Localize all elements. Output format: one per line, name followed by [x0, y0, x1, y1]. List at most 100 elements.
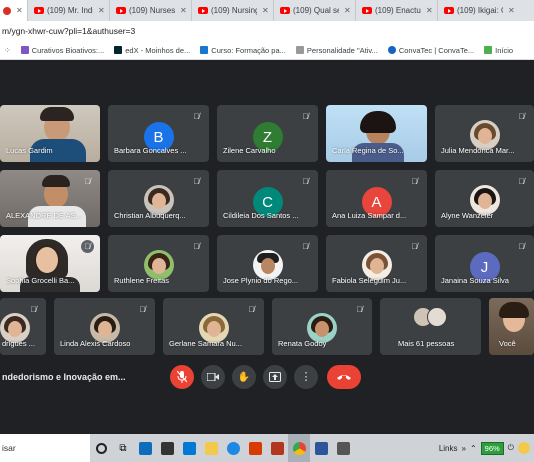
notification-icon[interactable] — [518, 442, 530, 454]
word-icon[interactable] — [310, 434, 332, 462]
bookmarks-bar: ⁘ Curativos Bioativos:... edX - Moinhos … — [0, 41, 534, 60]
participant-tile[interactable]: 🎙̸ Christian Albuquerq... — [108, 170, 209, 227]
participant-name: Fabiola Seleguim Ju... — [332, 276, 407, 285]
hand-icon: ✋ — [237, 371, 251, 383]
participant-tile[interactable]: Carla Regina de So... — [326, 105, 427, 162]
participant-tile[interactable]: 🎙̸ Fabiola Seleguim Ju... — [326, 235, 427, 292]
participant-name: Zilene Carvalho — [223, 146, 276, 155]
participant-tile[interactable]: B 🎙̸ Barbara Goncalves ... — [108, 105, 209, 162]
calendar-icon[interactable] — [178, 434, 200, 462]
chrome-icon[interactable] — [288, 434, 310, 462]
bookmark-item[interactable]: Início — [484, 46, 513, 55]
close-icon[interactable]: ✕ — [180, 6, 187, 15]
more-participants-tile[interactable]: Mais 61 pessoas — [380, 298, 481, 355]
store-icon[interactable] — [156, 434, 178, 462]
taskbar-search[interactable]: isar — [0, 434, 90, 462]
mic-off-icon: 🎙̸ — [411, 242, 418, 251]
participant-tile[interactable]: Z 🎙̸ Zilene Carvalho — [217, 105, 318, 162]
recording-icon — [3, 6, 11, 15]
browser-tab[interactable]: (109) Nurses ✕ — [110, 0, 192, 21]
participant-tile[interactable]: 🎙̸ Sophia Grocelli Ba... — [0, 235, 100, 292]
hang-up-icon — [337, 375, 351, 380]
app-icon[interactable] — [266, 434, 288, 462]
mic-off-icon: 🎙̸ — [302, 177, 309, 186]
mic-toggle-button[interactable] — [170, 365, 194, 389]
folder-icon[interactable] — [200, 434, 222, 462]
browser-tab[interactable]: (109) Ikigai: O ✕ — [438, 0, 520, 21]
chevron-up-icon[interactable]: ⌃ — [470, 444, 477, 453]
raise-hand-button[interactable]: ✋ — [232, 365, 256, 389]
participant-tile[interactable]: 🎙̸ Ruthlene Freitas — [108, 235, 209, 292]
battery-indicator[interactable]: 96% — [480, 441, 504, 455]
mic-off-icon: 🎙̸ — [411, 177, 418, 186]
mic-off-icon: 🎙̸ — [193, 112, 200, 121]
task-view-icon[interactable]: ⧉ — [112, 434, 134, 462]
participant-tile[interactable]: 🎙̸ Julia Mendonca Mar... — [435, 105, 534, 162]
bookmark-label: Personalidade "Ativ... — [306, 45, 378, 55]
bookmark-item[interactable]: Personalidade "Ativ... — [295, 45, 378, 55]
youtube-icon — [280, 7, 290, 14]
browser-tab[interactable]: (109) Mr. Indi ✕ — [28, 0, 110, 21]
power-icon[interactable]: ⏻ — [508, 443, 514, 453]
bookmark-item[interactable]: edX - Moinhos de... — [114, 46, 190, 55]
participant-tile[interactable]: J 🎙̸ Janaina Souza Silva — [435, 235, 534, 292]
participant-tile[interactable]: 🎙̸ Gerlane Samara Nu... — [163, 298, 264, 355]
avatar-stack — [413, 307, 449, 329]
close-icon[interactable]: ✕ — [426, 6, 433, 15]
participant-name: Ana Luiza Sampar d... — [332, 211, 407, 220]
bookmark-item[interactable]: Curativos Bioativos:... — [20, 46, 104, 55]
mic-off-icon: 🎙̸ — [356, 305, 363, 314]
participant-name: Janaina Souza Silva — [441, 276, 509, 285]
participant-name: Alyne Wanzeler — [441, 211, 494, 220]
participant-tile[interactable]: 🎙̸ Renata Godoy — [272, 298, 372, 355]
apps-icon[interactable]: ⁘ — [4, 46, 11, 55]
close-icon[interactable]: ✕ — [508, 6, 515, 15]
participant-tile[interactable]: 🎙̸ Alyne Wanzeler — [435, 170, 534, 227]
more-options-button[interactable]: ⋮ — [294, 365, 318, 389]
bookmark-item[interactable]: Curso: Formação pa... — [200, 46, 286, 55]
present-screen-button[interactable] — [263, 365, 287, 389]
links-toolbar[interactable]: Links — [439, 444, 458, 453]
youtube-icon — [198, 7, 208, 14]
participant-tile[interactable]: Lucas Gardim — [0, 105, 100, 162]
participant-tile[interactable]: 🎙̸ ALEXANDRE DE AS... — [0, 170, 100, 227]
mail-icon[interactable] — [134, 434, 156, 462]
participant-tile[interactable]: 🎙̸ drigues ... — [0, 298, 46, 355]
participant-name: Carla Regina de So... — [332, 146, 404, 155]
participant-tile[interactable]: A 🎙̸ Ana Luiza Sampar d... — [326, 170, 427, 227]
participant-tile[interactable]: 🎙̸ Jose Plynio do Rego... — [217, 235, 318, 292]
mic-off-icon: 🎙̸ — [518, 242, 525, 251]
meeting-title: ndedorismo e Inovação em... — [2, 372, 126, 382]
more-vert-icon: ⋮ — [300, 370, 312, 383]
bookmark-icon — [200, 46, 209, 54]
chevron-right-icon[interactable]: » — [462, 444, 466, 453]
cortana-icon[interactable] — [90, 434, 112, 462]
participant-tile[interactable]: C 🎙̸ Cildileia Dos Santos ... — [217, 170, 318, 227]
close-icon[interactable]: ✕ — [344, 6, 351, 15]
browser-tab[interactable]: (109) Qual se ✕ — [274, 0, 356, 21]
participant-name: Lucas Gardim — [6, 146, 53, 155]
close-icon[interactable]: ✕ — [262, 6, 269, 15]
edge-icon[interactable] — [222, 434, 244, 462]
participant-tile[interactable]: 🎙̸ Linda Alexis Cardoso — [54, 298, 155, 355]
app-icon[interactable] — [332, 434, 354, 462]
bookmark-icon — [20, 46, 29, 54]
camera-toggle-button[interactable] — [201, 365, 225, 389]
windows-taskbar: isar ⧉ Links » ⌃ 96% ⏻ — [0, 434, 534, 462]
tab-meet-active[interactable]: ✕ — [0, 0, 28, 21]
browser-tab[interactable]: (109) Nursing ✕ — [192, 0, 274, 21]
tab-title: (109) Enactus — [375, 6, 421, 15]
close-icon[interactable]: ✕ — [98, 6, 105, 15]
self-view-tile[interactable]: Você — [489, 298, 534, 355]
close-icon[interactable]: ✕ — [16, 6, 23, 15]
browser-tab[interactable]: (109) Enactus ✕ — [356, 0, 438, 21]
participant-name: drigues ... — [2, 339, 35, 348]
office-icon[interactable] — [244, 434, 266, 462]
address-bar[interactable]: m/ygn-xhwr-cuw?pli=1&authuser=3 — [0, 21, 534, 41]
participant-name: Julia Mendonca Mar... — [441, 146, 515, 155]
tab-title: (109) Qual se — [293, 6, 339, 15]
participant-name: Linda Alexis Cardoso — [60, 339, 131, 348]
bookmark-item[interactable]: ConvaTec | ConvaTe... — [387, 46, 474, 55]
leave-call-button[interactable] — [327, 365, 361, 389]
mic-off-icon: 🎙̸ — [302, 242, 309, 251]
